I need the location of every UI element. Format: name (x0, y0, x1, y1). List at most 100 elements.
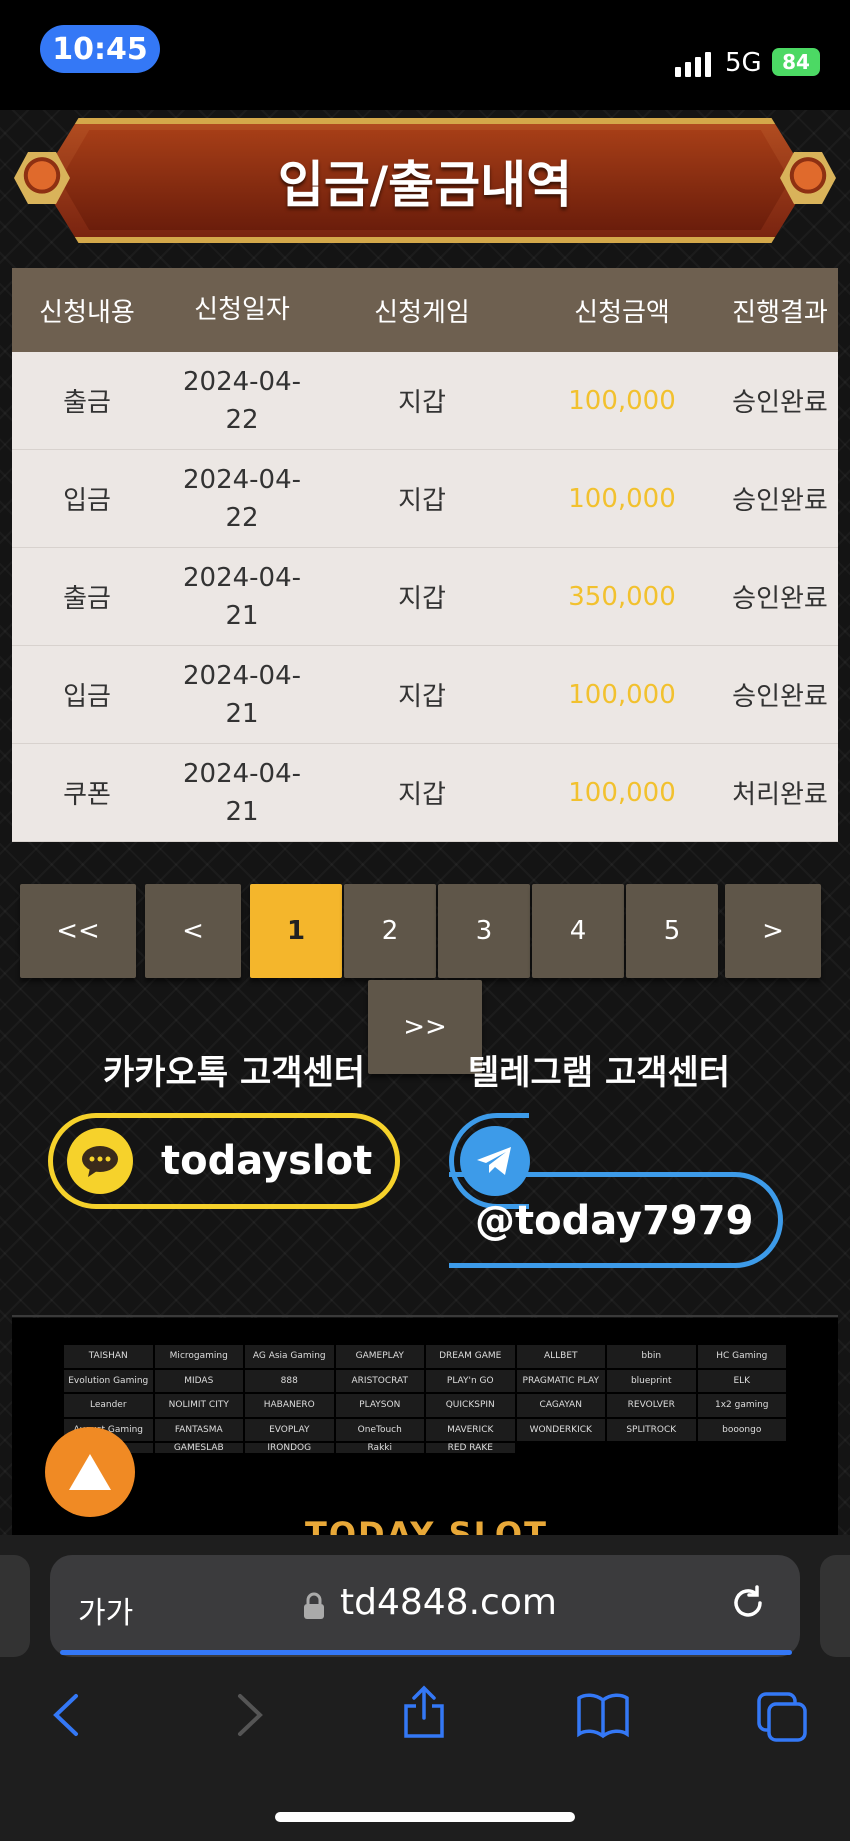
provider-logo: CAGAYAN (516, 1394, 605, 1417)
signal-icon (675, 52, 711, 77)
last-page-button[interactable]: >> (368, 980, 482, 1074)
request-result: 승인완료 (732, 584, 828, 614)
request-amount: 350,000 (568, 581, 676, 612)
status-bar: 10:45 5G 84 (0, 0, 850, 110)
provider-logo: IRONDOG (245, 1443, 334, 1453)
home-indicator (275, 1812, 575, 1822)
provider-logo: NOLIMIT CITY (154, 1394, 243, 1417)
request-result: 승인완료 (732, 388, 828, 418)
url-text[interactable]: td4848.com (340, 1582, 557, 1623)
telegram-icon[interactable] (460, 1126, 530, 1196)
page-button-1[interactable]: 1 (250, 884, 342, 978)
provider-logo: PLAYSON (335, 1394, 424, 1417)
provider-logo: TAISHAN (64, 1345, 153, 1368)
column-header: 신청금액 (574, 297, 670, 328)
request-amount: 100,000 (568, 385, 676, 416)
prev-page-button[interactable]: < (145, 884, 241, 978)
provider-logo: Microgaming (154, 1345, 243, 1368)
request-result: 승인완료 (732, 682, 828, 712)
request-amount: 100,000 (568, 777, 676, 808)
provider-logo: Leander (64, 1394, 153, 1417)
request-game: 지갑 (398, 682, 446, 712)
arrow-up-icon (69, 1454, 111, 1490)
request-game: 지갑 (398, 584, 446, 614)
provider-logo: ARISTOCRAT (335, 1369, 424, 1392)
provider-logo: HABANERO (245, 1394, 334, 1417)
next-page-button[interactable]: > (725, 884, 821, 978)
page-title: 입금/출금내역 (277, 156, 573, 214)
request-type: 출금 (63, 584, 111, 614)
provider-logo: Rakki (335, 1443, 424, 1453)
provider-logo: GAMESLAB (154, 1443, 243, 1453)
request-type: 입금 (63, 682, 111, 712)
column-header: 신청일자 (194, 295, 290, 325)
telegram-support-label: 텔레그램 고객센터 (468, 1053, 731, 1093)
telegram-id[interactable]: @today7979 (475, 1198, 753, 1244)
column-header: 신청내용 (39, 297, 135, 328)
battery-icon: 84 (772, 48, 820, 76)
forward-icon[interactable] (232, 1690, 268, 1744)
text-size-button[interactable]: 가가 (78, 1588, 133, 1632)
kakao-support-label: 카카오톡 고객센터 (103, 1053, 366, 1093)
previous-tab-peek[interactable] (0, 1555, 30, 1657)
lock-icon (303, 1592, 325, 1624)
request-date: 2024-04- 21 (182, 758, 301, 827)
page-button-2[interactable]: 2 (344, 884, 436, 978)
next-tab-peek[interactable] (820, 1555, 850, 1657)
request-amount: 100,000 (568, 483, 676, 514)
request-result: 승인완료 (732, 486, 828, 516)
provider-logo: PLAY'n GO (426, 1369, 515, 1392)
provider-logo: FANTASMA (154, 1418, 243, 1441)
provider-logo: QUICKSPIN (426, 1394, 515, 1417)
back-icon[interactable] (48, 1690, 84, 1744)
request-date: 2024-04- 22 (182, 464, 301, 533)
provider-logo: 888 (245, 1369, 334, 1392)
request-type: 쿠폰 (63, 780, 111, 810)
provider-logo: MIDAS (154, 1369, 243, 1392)
provider-logo: Evolution Gaming (64, 1369, 153, 1392)
column-header: 진행결과 (732, 297, 828, 328)
battery-level: 84 (782, 50, 810, 74)
network-type: 5G (725, 48, 762, 78)
status-time: 10:45 (40, 25, 160, 73)
request-date: 2024-04- 21 (182, 562, 301, 631)
provider-logo: DREAM GAME (426, 1345, 515, 1368)
request-amount: 100,000 (568, 679, 676, 710)
provider-logo: bbin (607, 1345, 696, 1368)
table-row: 쿠폰 2024-04- 21 지갑 100,000 처리완료 (12, 744, 838, 842)
tabs-icon[interactable] (755, 1690, 809, 1748)
provider-logo: PRAGMATIC PLAY (516, 1369, 605, 1392)
request-type: 입금 (63, 486, 111, 516)
transaction-table: 신청내용 신청일자 신청게임 신청금액 진행결과 출금 2024-04- 22 지… (12, 268, 838, 842)
kakao-id: todayslot (161, 1138, 373, 1184)
page: 10:45 5G 84 입금/출금내역 신청내용 신청일자 신청게임 신청금액 … (0, 0, 850, 1841)
request-type: 출금 (63, 388, 111, 418)
section-divider (12, 1315, 838, 1317)
provider-logo: OneTouch (335, 1418, 424, 1441)
provider-logo: blueprint (607, 1369, 696, 1392)
page-button-3[interactable]: 3 (438, 884, 530, 978)
table-row: 출금 2024-04- 22 지갑 100,000 승인완료 (12, 352, 838, 450)
scroll-to-top-button[interactable] (45, 1427, 135, 1517)
reload-icon[interactable] (728, 1583, 768, 1627)
page-button-5[interactable]: 5 (626, 884, 718, 978)
column-header: 신청게임 (374, 297, 470, 328)
provider-logo: HC Gaming (697, 1345, 786, 1368)
provider-logo: AG Asia Gaming (245, 1345, 334, 1368)
table-row: 입금 2024-04- 22 지갑 100,000 승인완료 (12, 450, 838, 548)
table-header: 신청내용 신청일자 신청게임 신청금액 진행결과 (12, 268, 838, 352)
request-game: 지갑 (398, 486, 446, 516)
share-icon[interactable] (400, 1684, 448, 1744)
kakao-support-button[interactable]: todayslot (48, 1113, 400, 1209)
provider-logo: 1x2 gaming (697, 1394, 786, 1417)
provider-logo: WONDERKICK (516, 1418, 605, 1441)
table-row: 출금 2024-04- 21 지갑 350,000 승인완료 (12, 548, 838, 646)
bookmarks-icon[interactable] (575, 1690, 631, 1744)
first-page-button[interactable]: << (20, 884, 136, 978)
request-date: 2024-04- 21 (182, 660, 301, 729)
page-button-4[interactable]: 4 (532, 884, 624, 978)
provider-logo: booongo (697, 1418, 786, 1441)
request-date: 2024-04- 22 (182, 366, 301, 435)
page-load-progress (60, 1650, 792, 1655)
provider-logo: SPLITROCK (607, 1418, 696, 1441)
